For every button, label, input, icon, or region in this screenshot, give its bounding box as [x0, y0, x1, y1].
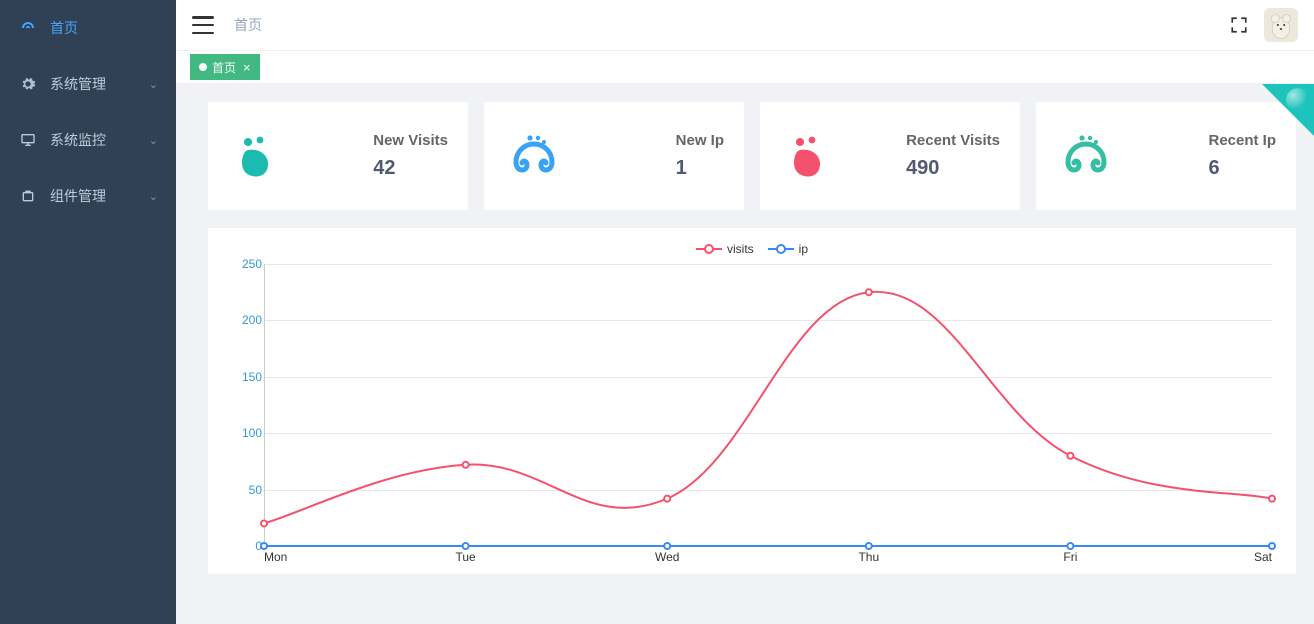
data-point[interactable] — [866, 543, 872, 549]
chevron-down-icon: ⌄ — [149, 190, 158, 203]
chart-svg — [264, 264, 1272, 546]
x-tick-label: Wed — [655, 550, 679, 564]
component-icon — [20, 188, 36, 204]
chart-plot-area — [264, 264, 1272, 546]
data-point[interactable] — [664, 543, 670, 549]
x-tick-label: Mon — [264, 550, 287, 564]
legend-item-visits[interactable]: visits — [696, 242, 754, 256]
y-tick-label: 250 — [242, 257, 262, 271]
dashboard-icon — [20, 20, 36, 36]
sidebar-item-0[interactable]: 首页 — [0, 0, 176, 56]
legend-item-ip[interactable]: ip — [768, 242, 808, 256]
legend-label: ip — [799, 242, 808, 256]
avatar[interactable] — [1264, 8, 1298, 42]
stat-value: 1 — [676, 157, 724, 180]
data-point[interactable] — [261, 543, 267, 549]
close-icon[interactable]: × — [243, 60, 251, 75]
data-point[interactable] — [866, 289, 872, 295]
sidebar-item-label: 系统管理 — [50, 74, 106, 94]
data-point[interactable] — [261, 520, 267, 526]
stat-card-2[interactable]: Recent Visits 490 — [760, 102, 1020, 210]
tab-active-dot — [199, 63, 207, 71]
sidebar-item-2[interactable]: 系统监控 ⌄ — [0, 112, 176, 168]
stat-label: Recent Visits — [906, 132, 1000, 149]
data-point[interactable] — [463, 462, 469, 468]
topbar: 首页 — [176, 0, 1314, 50]
sidebar-item-label: 系统监控 — [50, 130, 106, 150]
foot-icon — [234, 132, 282, 180]
data-point[interactable] — [1269, 496, 1275, 502]
data-point[interactable] — [664, 496, 670, 502]
stat-card-0[interactable]: New Visits 42 — [208, 102, 468, 210]
legend-label: visits — [727, 242, 754, 256]
sidebar-item-3[interactable]: 组件管理 ⌄ — [0, 168, 176, 224]
chart-panel: visitsip 050100150200250 MonTueWedThuFri… — [208, 228, 1296, 574]
y-tick-label: 150 — [242, 370, 262, 384]
stat-cards-row: New Visits42New Ip1Recent Visits490Recen… — [176, 102, 1314, 228]
chart-legend: visits ip — [232, 242, 1272, 256]
chevron-down-icon: ⌄ — [149, 78, 158, 91]
tab-label: 首页 — [212, 59, 236, 76]
stat-label: New Ip — [676, 132, 724, 149]
data-point[interactable] — [1269, 543, 1275, 549]
chart-x-axis: Mon Tue Wed Thu Fri Sat — [264, 550, 1272, 566]
foot-icon — [786, 132, 834, 180]
legend-marker-icon — [768, 243, 794, 255]
sidebar-item-label: 首页 — [50, 18, 78, 38]
chevron-down-icon: ⌄ — [149, 134, 158, 147]
chart-y-axis: 050100150200250 — [232, 264, 262, 546]
fullscreen-icon[interactable] — [1230, 16, 1248, 34]
stat-label: New Visits — [373, 132, 448, 149]
x-tick-label: Sat — [1254, 550, 1272, 564]
y-tick-label: 200 — [242, 313, 262, 327]
x-tick-label: Tue — [455, 550, 475, 564]
corner-decoration — [1262, 84, 1314, 136]
hamburger-toggle[interactable] — [192, 16, 214, 34]
stat-value: 42 — [373, 157, 448, 180]
swirl-foot-icon — [510, 132, 558, 180]
series-line-visits — [264, 292, 1272, 524]
x-tick-label: Fri — [1063, 550, 1077, 564]
data-point[interactable] — [1067, 453, 1073, 459]
stat-card-3[interactable]: Recent Ip6 — [1036, 102, 1296, 210]
tabs-bar: 首页 × — [176, 50, 1314, 84]
x-tick-label: Thu — [858, 550, 879, 564]
y-tick-label: 100 — [242, 426, 262, 440]
stat-card-1[interactable]: New Ip 1 — [484, 102, 744, 210]
legend-marker-icon — [696, 243, 722, 255]
y-tick-label: 50 — [249, 483, 262, 497]
main-area: 首页 首页× New Visits42New Ip1Rec — [176, 0, 1314, 624]
swirl-foot-icon — [1062, 132, 1110, 180]
sidebar: 首页系统管理 ⌄ 系统监控 ⌄ 组件管理 ⌄ — [0, 0, 176, 624]
gear-icon — [20, 76, 36, 92]
stat-value: 6 — [1208, 157, 1276, 180]
sidebar-item-1[interactable]: 系统管理 ⌄ — [0, 56, 176, 112]
tab-0[interactable]: 首页 × — [190, 54, 260, 80]
stat-value: 490 — [906, 157, 1000, 180]
data-point[interactable] — [1067, 543, 1073, 549]
data-point[interactable] — [463, 543, 469, 549]
monitor-icon — [20, 132, 36, 148]
breadcrumb: 首页 — [234, 15, 262, 35]
content-area: New Visits42New Ip1Recent Visits490Recen… — [176, 84, 1314, 624]
sidebar-item-label: 组件管理 — [50, 186, 106, 206]
